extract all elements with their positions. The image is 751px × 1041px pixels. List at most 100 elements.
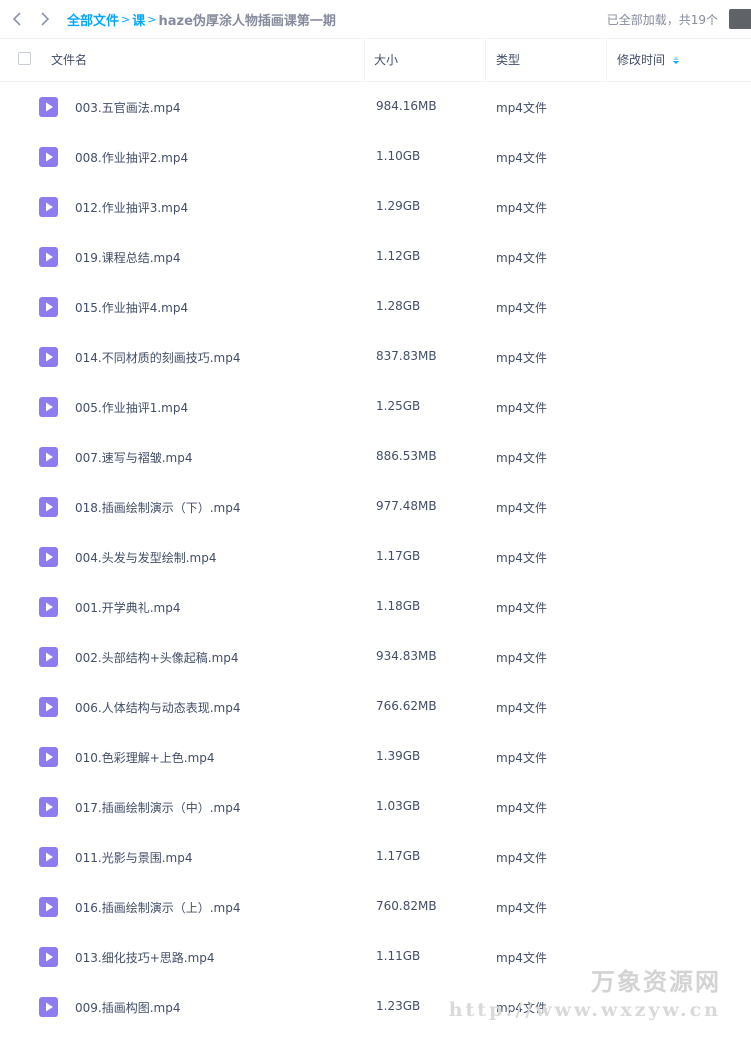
file-name[interactable]: 007.速写与褶皱.mp4 — [75, 449, 192, 466]
file-size: 1.39GB — [376, 749, 421, 763]
select-all-checkbox[interactable] — [18, 52, 31, 65]
table-row[interactable]: 004.头发与发型绘制.mp4 1.17GB mp4文件 — [0, 532, 751, 582]
breadcrumb-separator: > — [121, 12, 131, 26]
table-row[interactable]: 003.五官画法.mp4 984.16MB mp4文件 — [0, 82, 751, 132]
table-row[interactable]: 015.作业抽评4.mp4 1.28GB mp4文件 — [0, 282, 751, 332]
table-row[interactable]: 001.开学典礼.mp4 1.18GB mp4文件 — [0, 582, 751, 632]
file-size: 1.28GB — [376, 299, 421, 313]
file-name[interactable]: 016.插画绘制演示（上）.mp4 — [75, 899, 240, 916]
breadcrumb-current: haze伪厚涂人物插画课第一期 — [158, 13, 336, 29]
file-name[interactable]: 001.开学典礼.mp4 — [75, 599, 180, 616]
file-size: 1.12GB — [376, 249, 421, 263]
file-name[interactable]: 011.光影与景围.mp4 — [75, 849, 192, 866]
column-divider[interactable] — [606, 39, 607, 81]
column-header-size[interactable]: 大小 — [374, 39, 398, 81]
file-name[interactable]: 013.细化技巧+思路.mp4 — [75, 949, 215, 966]
table-row[interactable]: 007.速写与褶皱.mp4 886.53MB mp4文件 — [0, 432, 751, 482]
column-header-name[interactable]: 文件名 — [51, 39, 87, 81]
table-row[interactable]: 005.作业抽评1.mp4 1.25GB mp4文件 — [0, 382, 751, 432]
column-divider[interactable] — [364, 39, 365, 81]
video-file-icon — [39, 697, 58, 717]
file-name[interactable]: 019.课程总结.mp4 — [75, 249, 180, 266]
file-size: 1.25GB — [376, 399, 421, 413]
side-panel-tab[interactable] — [729, 9, 751, 29]
table-row[interactable]: 016.插画绘制演示（上）.mp4 760.82MB mp4文件 — [0, 882, 751, 932]
file-type: mp4文件 — [496, 201, 547, 215]
file-type: mp4文件 — [496, 101, 547, 115]
table-row[interactable]: 008.作业抽评2.mp4 1.10GB mp4文件 — [0, 132, 751, 182]
column-header-modified[interactable]: 修改时间 — [617, 39, 680, 81]
video-file-icon — [39, 797, 58, 817]
forward-button[interactable] — [31, 0, 59, 38]
video-file-icon — [39, 197, 58, 217]
file-name[interactable]: 009.插画构图.mp4 — [75, 999, 180, 1016]
table-row[interactable]: 012.作业抽评3.mp4 1.29GB mp4文件 — [0, 182, 751, 232]
file-size: 1.29GB — [376, 199, 421, 213]
table-row[interactable]: 014.不同材质的刻画技巧.mp4 837.83MB mp4文件 — [0, 332, 751, 382]
video-file-icon — [39, 297, 58, 317]
table-row[interactable]: 017.插画绘制演示（中）.mp4 1.03GB mp4文件 — [0, 782, 751, 832]
back-button[interactable] — [3, 0, 31, 38]
video-file-icon — [39, 97, 58, 117]
file-size: 1.23GB — [376, 999, 421, 1013]
file-name[interactable]: 005.作业抽评1.mp4 — [75, 399, 188, 416]
breadcrumb-parent[interactable]: 课 — [132, 10, 145, 29]
file-type: mp4文件 — [496, 451, 547, 465]
table-row[interactable]: 013.细化技巧+思路.mp4 1.11GB mp4文件 — [0, 932, 751, 982]
file-name[interactable]: 008.作业抽评2.mp4 — [75, 149, 188, 166]
file-name[interactable]: 004.头发与发型绘制.mp4 — [75, 549, 216, 566]
file-size: 1.10GB — [376, 149, 421, 163]
file-size: 1.11GB — [376, 949, 421, 963]
file-size: 1.17GB — [376, 849, 421, 863]
file-name[interactable]: 003.五官画法.mp4 — [75, 99, 180, 116]
video-file-icon — [39, 147, 58, 167]
sort-icon[interactable] — [673, 56, 680, 64]
file-name[interactable]: 015.作业抽评4.mp4 — [75, 299, 188, 316]
file-type: mp4文件 — [496, 351, 547, 365]
file-type: mp4文件 — [496, 401, 547, 415]
video-file-icon — [39, 997, 58, 1017]
video-file-icon — [39, 847, 58, 867]
file-type: mp4文件 — [496, 601, 547, 615]
breadcrumb-separator: > — [147, 12, 157, 26]
table-header: 文件名 大小 类型 修改时间 — [0, 38, 751, 82]
video-file-icon — [39, 347, 58, 367]
file-type: mp4文件 — [496, 1001, 547, 1015]
file-type: mp4文件 — [496, 651, 547, 665]
file-name[interactable]: 010.色彩理解+上色.mp4 — [75, 749, 215, 766]
column-header-type[interactable]: 类型 — [496, 39, 520, 81]
table-row[interactable]: 018.插画绘制演示（下）.mp4 977.48MB mp4文件 — [0, 482, 751, 532]
file-type: mp4文件 — [496, 951, 547, 965]
table-row[interactable]: 019.课程总结.mp4 1.12GB mp4文件 — [0, 232, 751, 282]
video-file-icon — [39, 547, 58, 567]
breadcrumb-root[interactable]: 全部文件 — [67, 10, 119, 29]
chevron-right-icon — [41, 12, 49, 26]
file-size: 977.48MB — [376, 499, 437, 513]
file-name[interactable]: 006.人体结构与动态表现.mp4 — [75, 699, 240, 716]
file-name[interactable]: 012.作业抽评3.mp4 — [75, 199, 188, 216]
table-row[interactable]: 009.插画构图.mp4 1.23GB mp4文件 — [0, 982, 751, 1032]
file-size: 1.18GB — [376, 599, 421, 613]
table-row[interactable]: 011.光影与景围.mp4 1.17GB mp4文件 — [0, 832, 751, 882]
table-row[interactable]: 010.色彩理解+上色.mp4 1.39GB mp4文件 — [0, 732, 751, 782]
file-size: 1.17GB — [376, 549, 421, 563]
chevron-left-icon — [13, 12, 21, 26]
table-row[interactable]: 002.头部结构+头像起稿.mp4 934.83MB mp4文件 — [0, 632, 751, 682]
video-file-icon — [39, 247, 58, 267]
table-row[interactable]: 006.人体结构与动态表现.mp4 766.62MB mp4文件 — [0, 682, 751, 732]
file-name[interactable]: 018.插画绘制演示（下）.mp4 — [75, 499, 240, 516]
video-file-icon — [39, 747, 58, 767]
file-size: 886.53MB — [376, 449, 437, 463]
video-file-icon — [39, 947, 58, 967]
file-list: 003.五官画法.mp4 984.16MB mp4文件 008.作业抽评2.mp4 1.… — [0, 82, 751, 1032]
file-type: mp4文件 — [496, 701, 547, 715]
file-name[interactable]: 014.不同材质的刻画技巧.mp4 — [75, 349, 240, 366]
file-name[interactable]: 002.头部结构+头像起稿.mp4 — [75, 649, 239, 666]
video-file-icon — [39, 597, 58, 617]
column-divider[interactable] — [485, 39, 486, 81]
file-type: mp4文件 — [496, 151, 547, 165]
video-file-icon — [39, 897, 58, 917]
file-name[interactable]: 017.插画绘制演示（中）.mp4 — [75, 799, 240, 816]
column-header-modified-label: 修改时间 — [617, 53, 666, 67]
load-status: 已全部加载，共19个 — [606, 13, 718, 27]
